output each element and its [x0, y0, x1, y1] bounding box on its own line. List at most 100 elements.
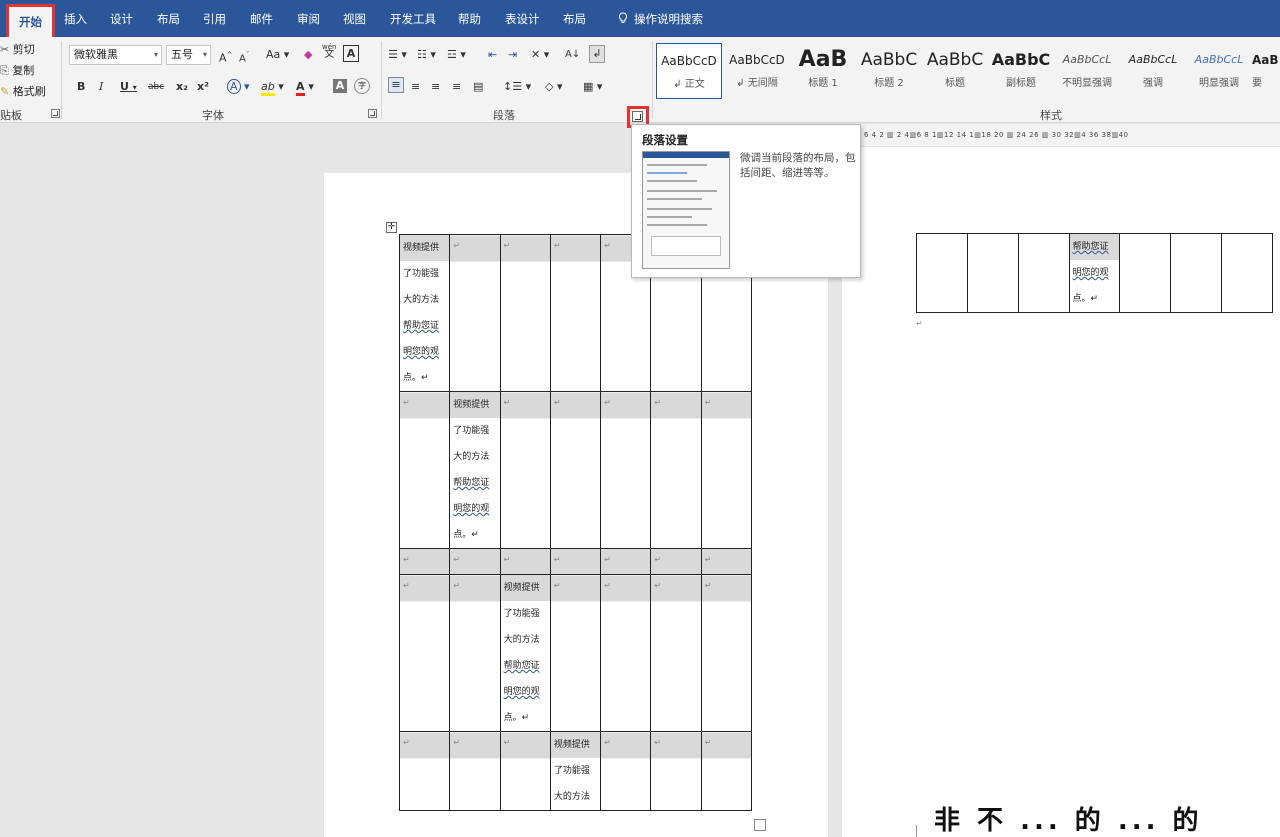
table-cell[interactable]: ↵ [650, 548, 702, 575]
tab-help[interactable]: 帮助 [458, 9, 481, 29]
table-cell[interactable] [1170, 233, 1223, 313]
font-name-combo[interactable]: 微软雅黑 ▾ [69, 45, 162, 65]
decrease-indent-icon[interactable]: ⇤ [488, 45, 497, 65]
tab-mailings[interactable]: 邮件 [250, 9, 273, 29]
copy-button[interactable]: ⎘ 复制 [0, 62, 34, 78]
clear-format-icon[interactable]: ◆ [304, 45, 312, 65]
justify-icon[interactable]: ≡ [452, 77, 461, 97]
tab-insert[interactable]: 插入 [64, 9, 87, 29]
table-cell[interactable]: ↵ [700, 574, 753, 732]
font-size-combo[interactable]: 五号 ▾ [166, 45, 211, 65]
tab-table-design[interactable]: 表设计 [505, 9, 540, 29]
align-center-icon[interactable]: ≡ [411, 77, 420, 97]
style-heading-1[interactable]: AaB 标题 1 [790, 43, 856, 99]
style-heading-2[interactable]: AaBbC 标题 2 [856, 43, 922, 99]
bold-button[interactable]: B [77, 77, 85, 97]
format-painter-button[interactable]: ✎ 格式刷 [0, 83, 46, 99]
table-cell[interactable]: ↵ [650, 574, 702, 732]
tab-layout[interactable]: 布局 [157, 9, 180, 29]
table-cell[interactable]: 视频提供 了功能强 大的方法 帮助您证 明您的观 点。↵ [398, 234, 451, 392]
italic-button[interactable]: I [99, 77, 103, 97]
superscript-button[interactable]: x² [197, 77, 209, 97]
table-cell[interactable]: ↵ [499, 391, 551, 549]
chinese-layout-icon[interactable]: ✕ ▾ [531, 45, 549, 65]
paragraph-shading-icon[interactable]: ◇ ▾ [545, 77, 562, 97]
table-cell[interactable]: ↵ [449, 574, 501, 732]
table-cell[interactable]: ↵ [600, 548, 652, 575]
multilevel-list-icon[interactable]: ☲ ▾ [447, 45, 466, 65]
character-shading-button[interactable]: A [333, 79, 347, 93]
text-effects-button[interactable]: A ▾ [227, 77, 250, 97]
tab-references[interactable]: 引用 [203, 9, 226, 29]
clipboard-launcher-icon[interactable] [51, 109, 60, 118]
style-title[interactable]: AaBbC 标题 [922, 43, 988, 99]
show-marks-icon[interactable]: ↲ [589, 45, 605, 63]
table-cell[interactable]: ↵ [499, 234, 551, 392]
table-cell[interactable]: ↵ [700, 731, 753, 811]
table-cell[interactable]: ↵ [499, 548, 551, 575]
style-normal[interactable]: AaBbCcD ↲ 正文 [656, 43, 722, 99]
table-cell[interactable]: ↵ [499, 731, 551, 811]
table-cell[interactable] [1017, 233, 1070, 313]
table-cell[interactable]: ↵ [398, 548, 451, 575]
enclose-characters-button[interactable]: 字 [354, 78, 370, 94]
tab-review[interactable]: 审阅 [297, 9, 320, 29]
table-cell[interactable]: ↵ [700, 548, 753, 575]
table-move-handle-icon[interactable]: ✛ [386, 222, 397, 233]
tab-developer[interactable]: 开发工具 [390, 9, 436, 29]
phonetic-guide-button[interactable]: wén 文 [322, 43, 336, 63]
table-cell[interactable]: 视频提供 了功能强 大的方法 [549, 731, 602, 811]
table-cell[interactable]: 视频提供 了功能强 大的方法 帮助您证 明您的观 点。↵ [499, 574, 551, 732]
sort-button[interactable]: A↓ [565, 45, 580, 65]
table-cell[interactable]: ↵ [549, 548, 602, 575]
strikethrough-button[interactable]: abc [148, 77, 164, 97]
font-color-button[interactable]: A ▾ [296, 77, 314, 97]
subscript-button[interactable]: x₂ [176, 77, 188, 97]
table-cell[interactable]: ↵ [398, 731, 451, 811]
table-resize-handle[interactable] [754, 819, 766, 831]
table-cell[interactable]: ↵ [449, 731, 501, 811]
style-emphasis[interactable]: AaBbCcL 强调 [1120, 43, 1186, 99]
style-intense-emphasis[interactable]: AaBbCcL 明显强调 [1186, 43, 1252, 99]
highlight-button[interactable]: ab ▾ [261, 77, 284, 97]
table-cell[interactable]: 帮助您证 明您的观 点。↵ [1068, 233, 1121, 313]
table-cell[interactable]: ↵ [600, 574, 652, 732]
document-page-right[interactable]: 帮助您证 明您的观 点。↵ ↵ [842, 147, 1280, 837]
table-cell[interactable]: ↵ [600, 391, 652, 549]
table-cell[interactable]: ↵ [650, 391, 702, 549]
document-table-continued[interactable]: 帮助您证 明您的观 点。↵ [916, 233, 1273, 313]
tab-home[interactable]: 开始 [6, 4, 55, 37]
style-subtitle[interactable]: AaBbC 副标题 [988, 43, 1054, 99]
table-cell[interactable] [1119, 233, 1172, 313]
table-cell[interactable]: ↵ [650, 731, 702, 811]
table-cell[interactable]: ↵ [600, 731, 652, 811]
numbering-icon[interactable]: ☷ ▾ [417, 45, 436, 65]
table-cell[interactable]: ↵ [398, 574, 451, 732]
tab-view[interactable]: 视图 [343, 9, 366, 29]
grow-font-button[interactable]: A^ [219, 45, 232, 65]
style-no-spacing[interactable]: AaBbCcD ↲ 无间隔 [724, 43, 790, 99]
increase-indent-icon[interactable]: ⇥ [508, 45, 517, 65]
line-spacing-icon[interactable]: ↕☰ ▾ [503, 77, 531, 97]
table-cell[interactable]: ↵ [700, 391, 753, 549]
table-cell[interactable]: ↵ [549, 391, 602, 549]
borders-icon[interactable]: ▦ ▾ [583, 77, 602, 97]
table-cell[interactable] [966, 233, 1019, 313]
style-strong[interactable]: AaB 要 [1252, 43, 1280, 99]
align-left-icon[interactable]: ≡ [388, 77, 404, 93]
tab-design[interactable]: 设计 [110, 9, 133, 29]
table-cell[interactable]: ↵ [449, 548, 501, 575]
bullets-icon[interactable]: ☰ ▾ [388, 45, 407, 65]
align-right-icon[interactable]: ≡ [431, 77, 440, 97]
character-border-button[interactable]: A [343, 45, 359, 62]
table-cell[interactable]: ↵ [449, 234, 501, 392]
change-case-button[interactable]: Aa ▾ [266, 45, 289, 65]
table-cell[interactable]: ↵ [549, 234, 602, 392]
table-cell[interactable] [916, 233, 968, 313]
document-table[interactable]: 视频提供 了功能强 大的方法 帮助您证 明您的观 点。↵ ↵ ↵ ↵ ↵ ↵ 视… [398, 234, 753, 811]
cut-button[interactable]: ✂ 剪切 [0, 41, 35, 57]
underline-button[interactable]: U ▾ [120, 77, 137, 97]
table-cell[interactable]: ↵ [549, 574, 602, 732]
table-cell[interactable]: ↵ [398, 391, 451, 549]
tab-table-layout[interactable]: 布局 [563, 9, 586, 29]
